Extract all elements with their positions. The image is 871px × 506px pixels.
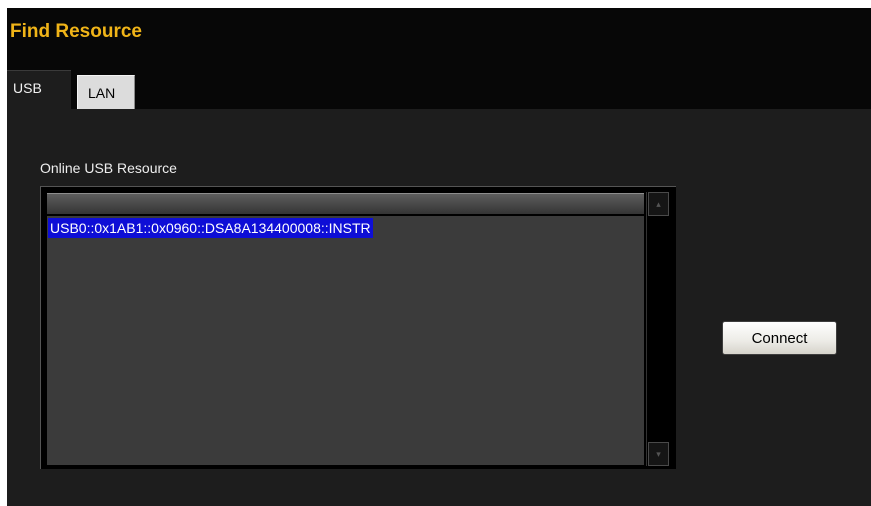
- tab-lan-label: LAN: [88, 85, 116, 101]
- vertical-scrollbar[interactable]: ▴ ▾: [646, 192, 669, 466]
- usb-resource-listbox[interactable]: USB0::0x1AB1::0x0960::DSA8A134400008::IN…: [40, 186, 676, 469]
- find-resource-window: Find Resource USB LAN Online USB Resourc…: [7, 8, 871, 506]
- window-title: Find Resource: [10, 21, 142, 42]
- connect-button[interactable]: Connect: [722, 321, 837, 355]
- scroll-down-icon[interactable]: ▾: [648, 442, 669, 466]
- scroll-up-icon[interactable]: ▴: [648, 192, 669, 216]
- list-column-header[interactable]: [47, 193, 644, 214]
- tab-lan[interactable]: LAN: [77, 75, 135, 109]
- usb-panel: Online USB Resource USB0::0x1AB1::0x0960…: [7, 109, 871, 506]
- online-usb-resource-label: Online USB Resource: [40, 160, 177, 176]
- resource-list-area[interactable]: USB0::0x1AB1::0x0960::DSA8A134400008::IN…: [47, 216, 644, 465]
- resource-list-item-selected[interactable]: USB0::0x1AB1::0x0960::DSA8A134400008::IN…: [48, 218, 373, 238]
- tab-usb[interactable]: USB: [7, 70, 71, 110]
- tab-usb-label: USB: [13, 80, 42, 96]
